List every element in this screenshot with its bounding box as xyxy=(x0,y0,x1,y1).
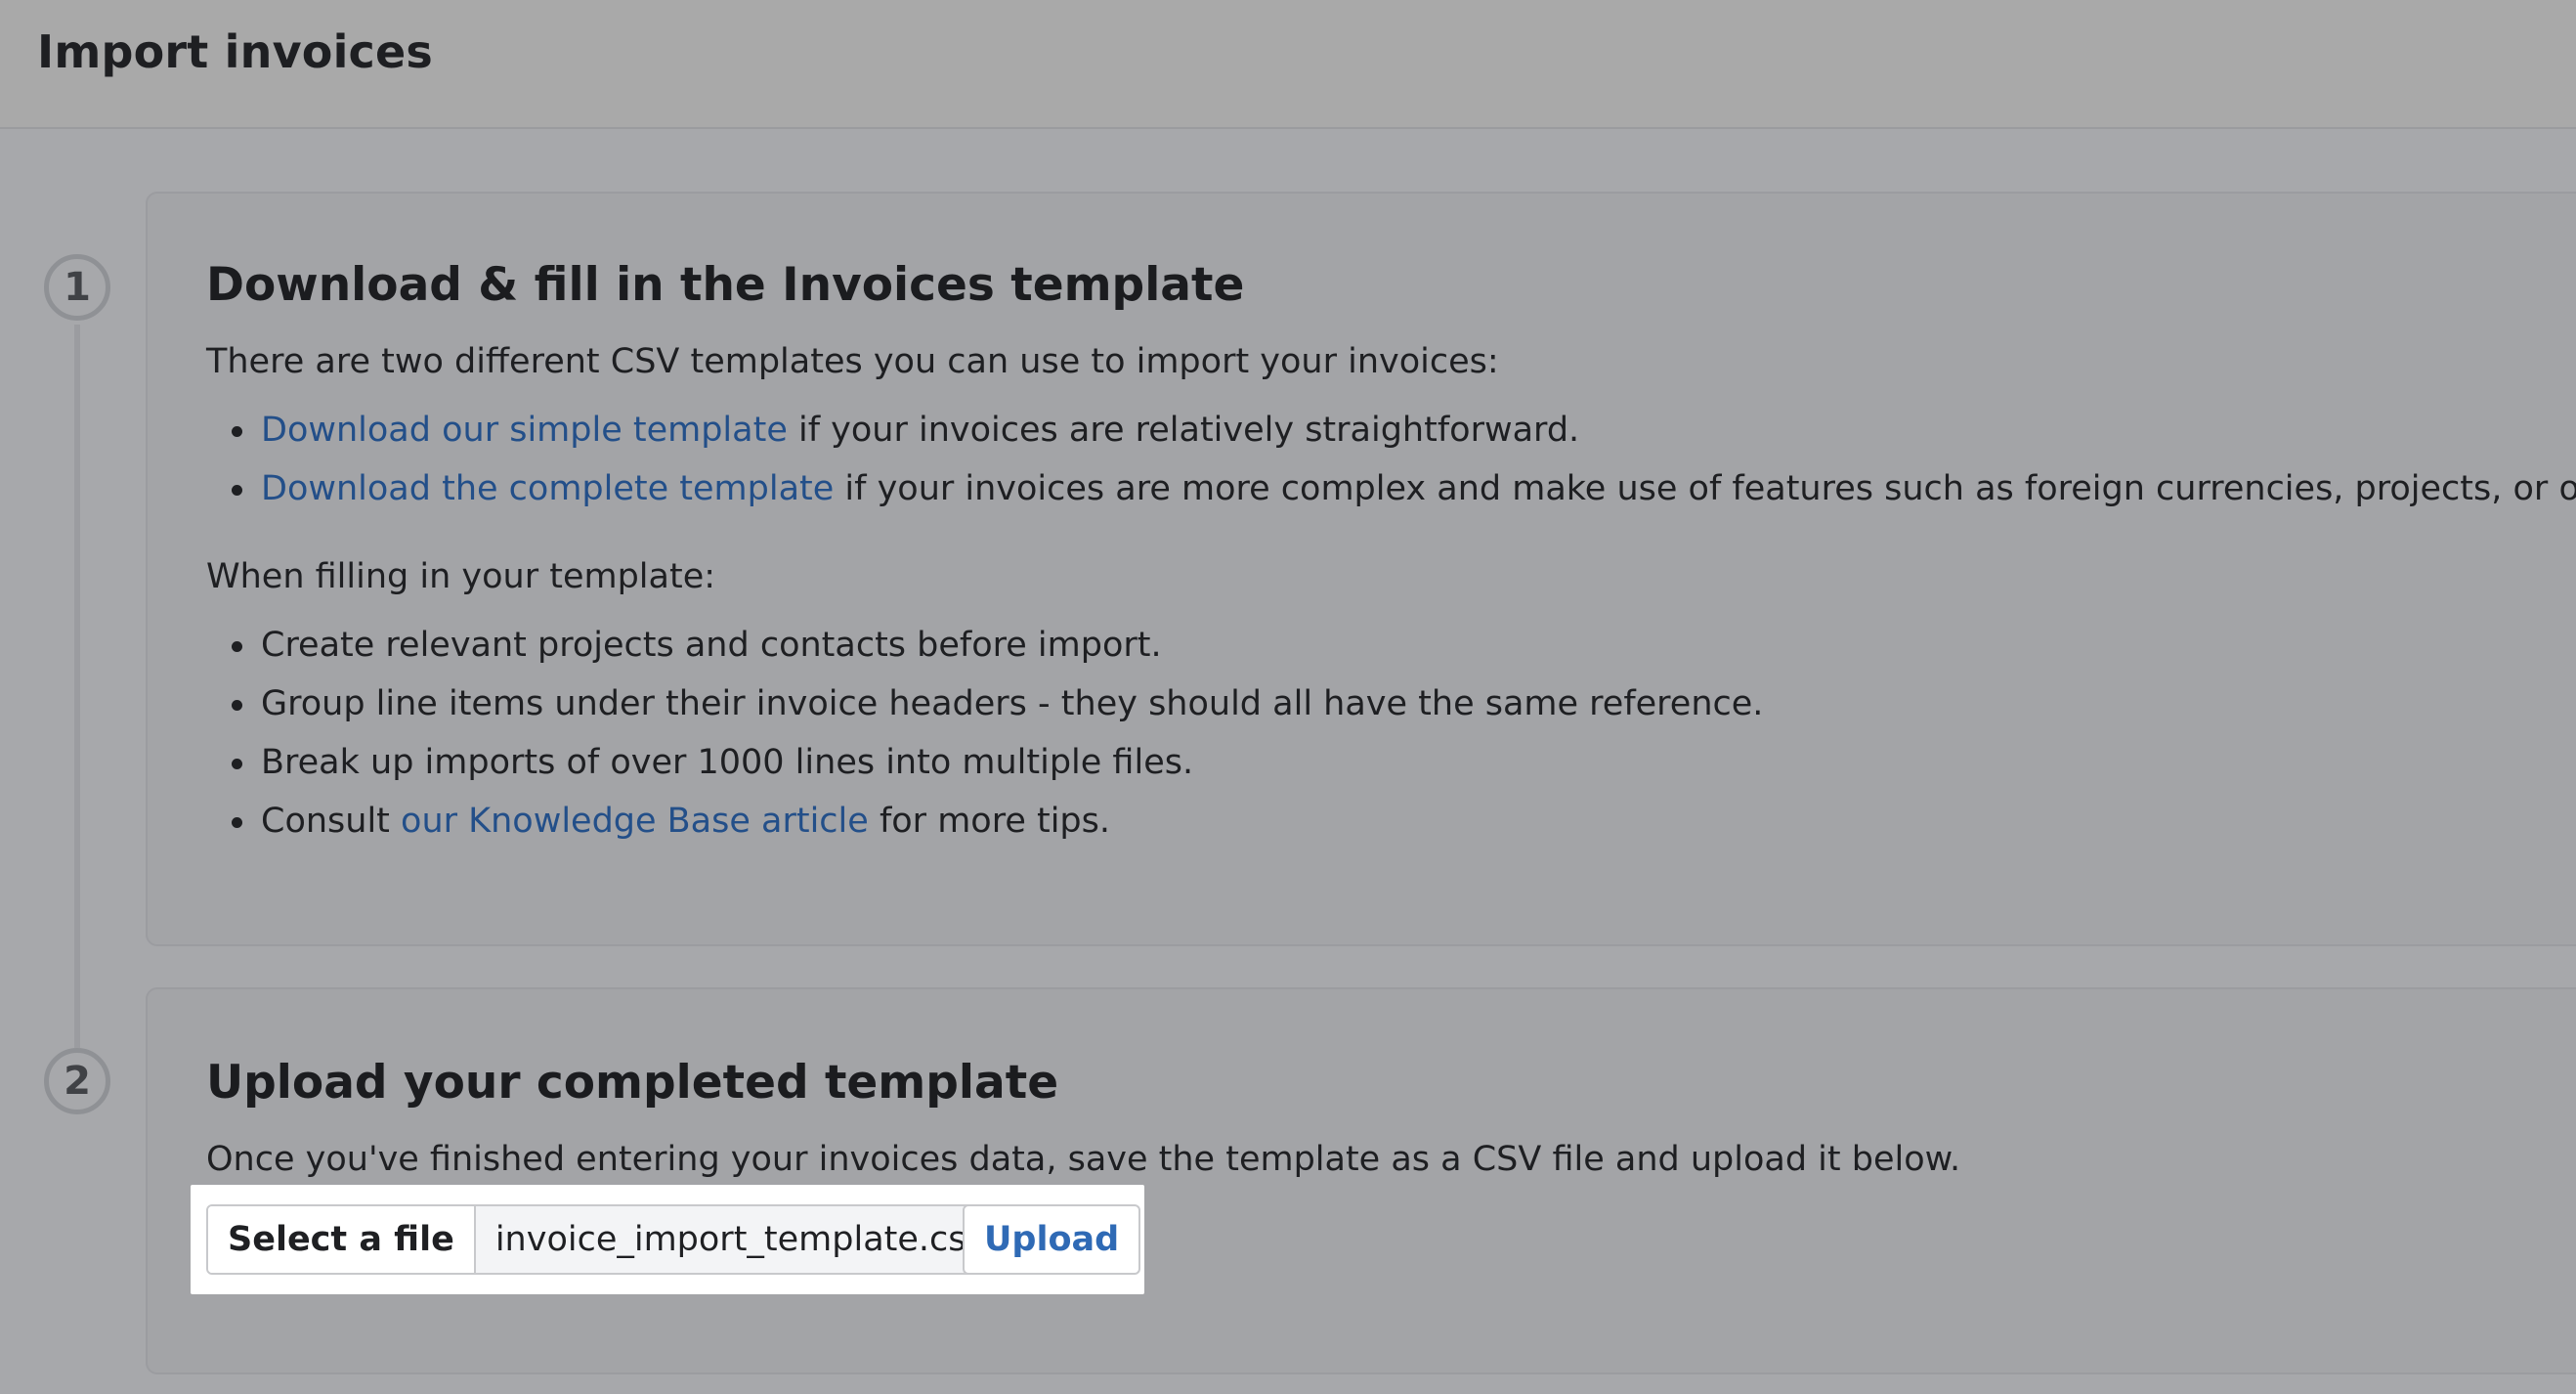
step-number-1: 1 xyxy=(44,254,110,321)
filling-intro: When filling in your template: xyxy=(206,557,716,596)
template-options-list: Download our simple template if your inv… xyxy=(206,401,2576,518)
upload-template-heading: Upload your completed template xyxy=(206,1056,1059,1110)
consult-prefix: Consult xyxy=(261,802,402,841)
list-item: Create relevant projects and contacts be… xyxy=(206,616,1763,675)
knowledge-base-article-link[interactable]: our Knowledge Base article xyxy=(401,802,869,841)
filling-tips-list: Create relevant projects and contacts be… xyxy=(206,616,1763,850)
list-item: Break up imports of over 1000 lines into… xyxy=(206,733,1763,792)
download-complete-template-link[interactable]: Download the complete template xyxy=(261,469,834,508)
selected-file-name: invoice_import_template.csv xyxy=(475,1206,1007,1273)
list-item: Group line items under their invoice hea… xyxy=(206,675,1763,733)
complete-template-description: if your invoices are more complex and ma… xyxy=(834,469,2576,508)
download-template-heading: Download & fill in the Invoices template xyxy=(206,258,1245,312)
download-simple-template-link[interactable]: Download our simple template xyxy=(261,411,788,450)
select-file-button[interactable]: Select a file xyxy=(208,1206,476,1273)
page-header: Import invoices xyxy=(0,0,2576,129)
list-item: Consult our Knowledge Base article for m… xyxy=(206,792,1763,850)
upload-template-card: Upload your completed template Once you'… xyxy=(146,987,2576,1374)
simple-template-description: if your invoices are relatively straight… xyxy=(787,411,1580,450)
list-item: Download the complete template if your i… xyxy=(206,459,2576,518)
page-title: Import invoices xyxy=(37,25,433,78)
step-number-2: 2 xyxy=(44,1048,110,1114)
steps-timeline-line xyxy=(74,325,80,1048)
download-template-card: Download & fill in the Invoices template… xyxy=(146,192,2576,946)
upload-description: Once you've finished entering your invoi… xyxy=(206,1140,1961,1179)
consult-suffix: for more tips. xyxy=(868,802,1110,841)
file-picker: Select a file invoice_import_template.cs… xyxy=(206,1204,1009,1275)
templates-intro: There are two different CSV templates yo… xyxy=(206,342,1499,381)
list-item: Download our simple template if your inv… xyxy=(206,401,2576,459)
file-upload-panel: Select a file invoice_import_template.cs… xyxy=(191,1185,1144,1294)
upload-button[interactable]: Upload xyxy=(963,1204,1141,1275)
